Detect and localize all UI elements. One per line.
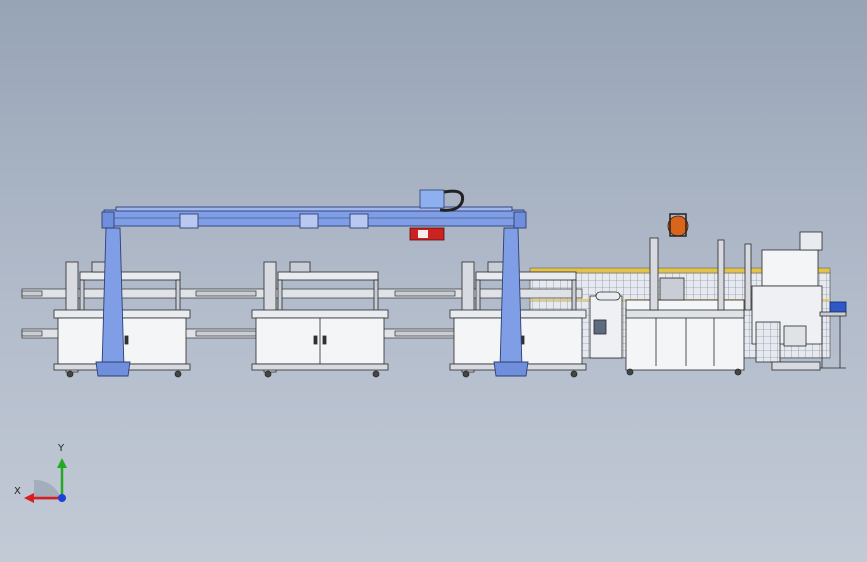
coordinate-triad bbox=[24, 458, 67, 503]
axis-y-label: Y bbox=[58, 443, 65, 454]
assembly-line-model[interactable] bbox=[0, 0, 867, 562]
cad-viewport[interactable]: Y X bbox=[0, 0, 867, 562]
axis-x-label: X bbox=[14, 486, 21, 497]
workstation-2[interactable] bbox=[251, 261, 389, 378]
